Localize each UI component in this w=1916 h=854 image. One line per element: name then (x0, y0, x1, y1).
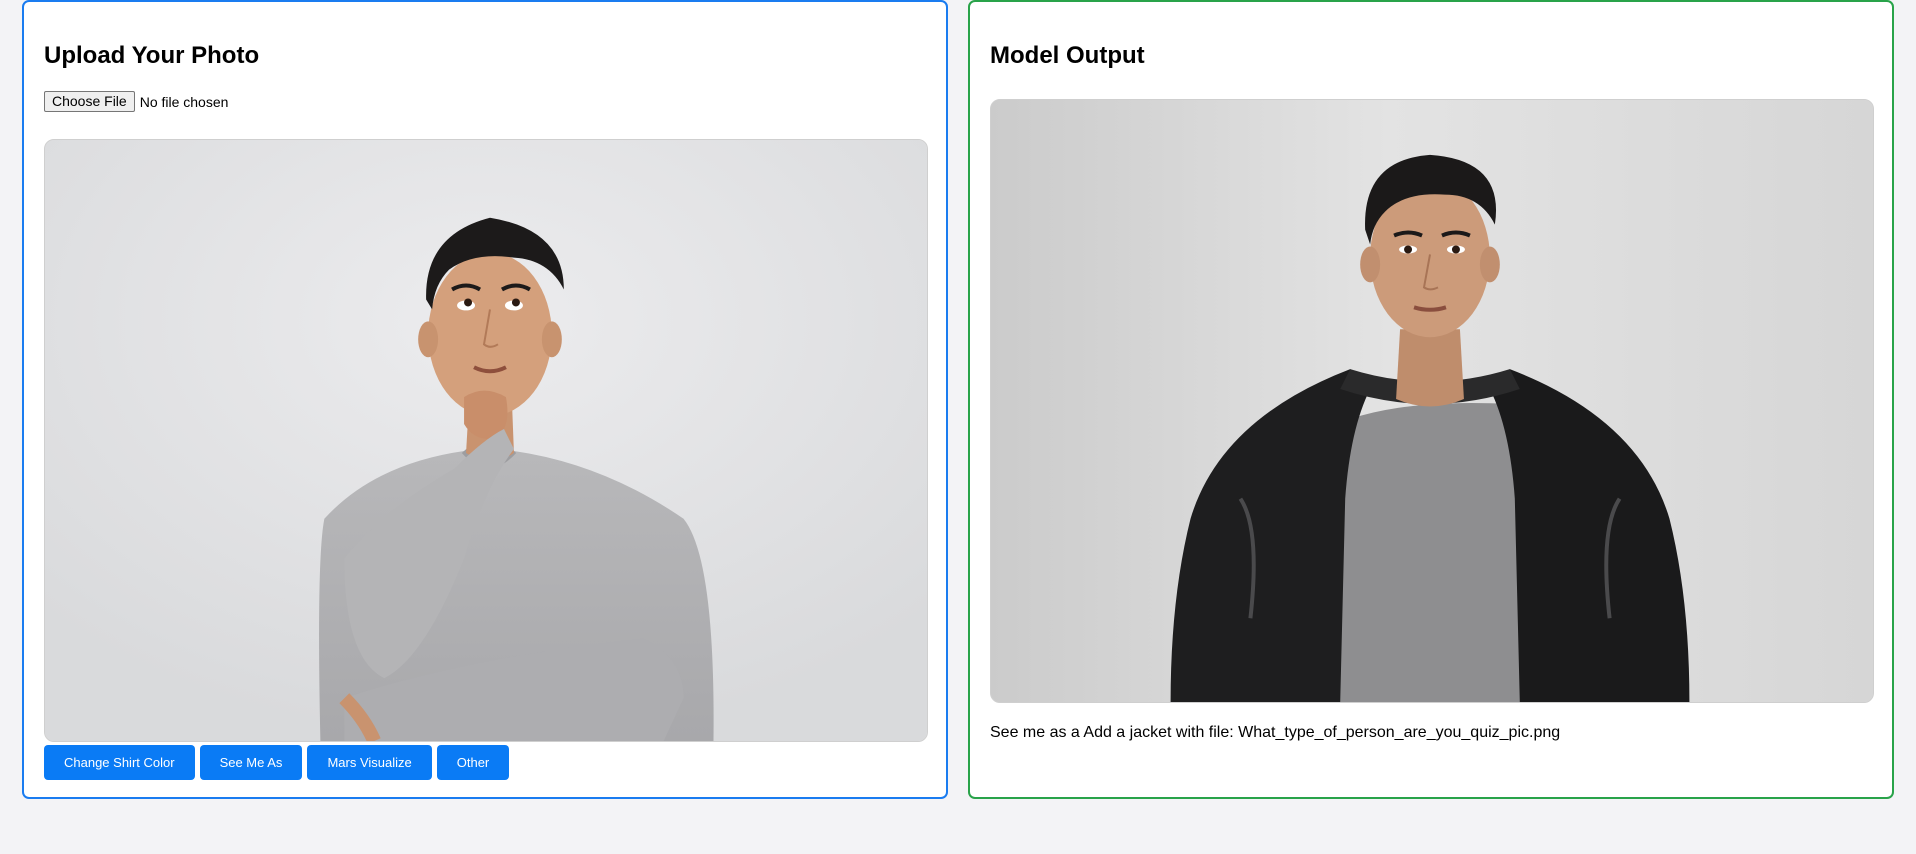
person-leather-jacket-photo-icon (991, 100, 1873, 702)
model-output-photo (990, 99, 1874, 703)
upload-panel: Upload Your Photo Choose File No file ch… (22, 0, 948, 799)
model-output-caption: See me as a Add a jacket with file: What… (990, 724, 1561, 741)
output-panel: Model Output See me as a Add a jacket wi… (968, 0, 1894, 799)
file-input[interactable]: Choose File No file chosen (44, 91, 228, 112)
choose-file-button[interactable]: Choose File (44, 91, 135, 112)
uploaded-photo-preview (44, 139, 928, 742)
see-me-as-button[interactable]: See Me As (199, 745, 303, 780)
person-thinking-photo-icon (45, 140, 927, 741)
other-button[interactable]: Other (436, 745, 510, 780)
mars-visualize-button[interactable]: Mars Visualize (307, 745, 432, 780)
action-button-row: Change Shirt Color See Me As Mars Visual… (44, 745, 510, 780)
change-shirt-color-button[interactable]: Change Shirt Color (44, 745, 195, 780)
upload-panel-title: Upload Your Photo (44, 42, 260, 69)
page: Upload Your Photo Choose File No file ch… (0, 0, 1916, 854)
output-panel-title: Model Output (990, 42, 1145, 69)
file-status-text: No file chosen (139, 93, 229, 110)
